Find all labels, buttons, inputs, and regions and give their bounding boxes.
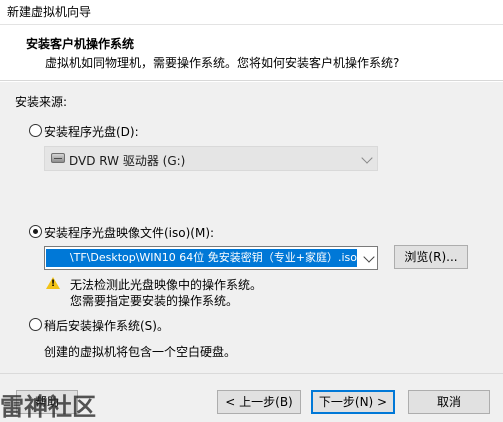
- wizard-header: 安装客户机操作系统 虚拟机如同物理机，需要操作系统。您将如何安装客户机操作系统?: [0, 25, 503, 81]
- window-title: 新建虚拟机向导: [7, 5, 92, 19]
- chevron-down-icon: [363, 251, 375, 263]
- footer-separator: [0, 373, 503, 374]
- back-button[interactable]: < 上一步(B): [217, 390, 301, 414]
- watermark-text: 雷神社区: [0, 393, 96, 421]
- disc-radio-label[interactable]: 安装程序光盘(D):: [44, 123, 139, 140]
- browse-button[interactable]: 浏览(R)...: [394, 245, 468, 269]
- drive-select-value: DVD RW 驱动器 (G:): [69, 154, 186, 168]
- warning-line-1: 无法检测此光盘映像中的操作系统。: [70, 278, 263, 292]
- page-title: 安装客户机操作系统: [26, 37, 135, 51]
- later-description: 创建的虚拟机将包含一个空白硬盘。: [44, 345, 237, 359]
- iso-radio-label[interactable]: 安装程序光盘映像文件(iso)(M):: [44, 224, 214, 241]
- iso-path-dropdown-button[interactable]: [360, 247, 377, 269]
- dvd-drive-icon: [51, 153, 65, 163]
- disc-radio[interactable]: [29, 124, 42, 137]
- header-divider: [0, 81, 503, 82]
- page-subtitle: 虚拟机如同物理机，需要操作系统。您将如何安装客户机操作系统?: [45, 56, 400, 70]
- later-radio-label[interactable]: 稍后安装操作系统(S)。: [44, 317, 169, 334]
- iso-radio[interactable]: [29, 225, 42, 238]
- drive-select[interactable]: DVD RW 驱动器 (G:): [44, 146, 378, 171]
- iso-path-combobox[interactable]: \TF\Desktop\WIN10 64位 免安装密钥（专业+家庭）.iso: [44, 246, 378, 270]
- new-vm-wizard-window: 新建虚拟机向导 安装客户机操作系统 虚拟机如同物理机，需要操作系统。您将如何安装…: [0, 0, 503, 422]
- chevron-down-icon: [361, 152, 373, 164]
- iso-path-input[interactable]: \TF\Desktop\WIN10 64位 免安装密钥（专业+家庭）.iso: [46, 249, 357, 267]
- later-radio[interactable]: [29, 318, 42, 331]
- install-source-label: 安装来源:: [15, 95, 68, 109]
- warning-line-2: 您需要指定要安装的操作系统。: [70, 294, 239, 308]
- warning-icon-mark: !: [51, 279, 56, 289]
- next-button[interactable]: 下一步(N) >: [311, 390, 395, 414]
- title-bar: 新建虚拟机向导: [0, 0, 503, 25]
- cancel-button[interactable]: 取消: [408, 390, 490, 414]
